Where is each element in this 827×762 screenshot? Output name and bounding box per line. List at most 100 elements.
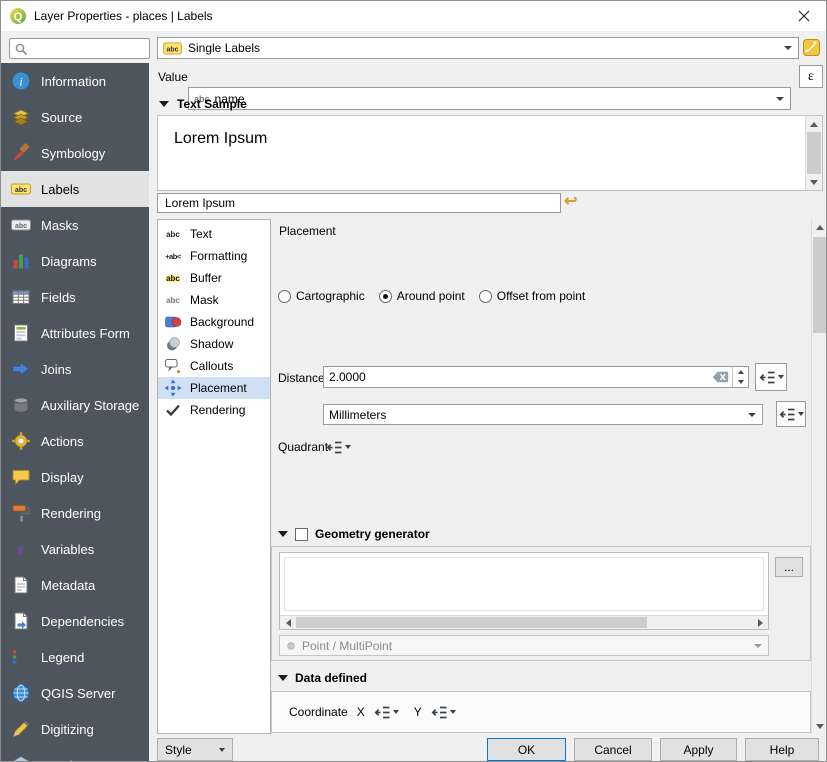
scrollbar-thumb[interactable] [807, 132, 821, 174]
value-label: Value [158, 70, 188, 84]
sidebar-item-qgis-server[interactable]: QGIS Server [1, 675, 149, 711]
spinner-arrows[interactable] [732, 367, 748, 387]
callouts-icon [161, 357, 185, 375]
chevron-down-icon [784, 46, 792, 50]
svg-text:i: i [19, 75, 22, 89]
spin-up-icon[interactable] [733, 367, 748, 377]
svg-text:abc: abc [15, 223, 27, 230]
single-labels-icon: abc [163, 42, 182, 55]
radio-offset-from-point[interactable]: Offset from point [479, 289, 585, 303]
sidebar-item-3d-view[interactable]: 3D View [1, 747, 149, 762]
panel-scrollbar[interactable] [811, 219, 827, 734]
coordinate-y-data-defined-button[interactable] [431, 705, 456, 720]
apply-button[interactable]: Apply [660, 738, 737, 761]
sidebar-item-diagrams[interactable]: Diagrams [1, 243, 149, 279]
radio-cartographic[interactable]: Cartographic [278, 289, 365, 303]
close-button[interactable] [782, 1, 826, 31]
sidebar-item-source[interactable]: Source [1, 99, 149, 135]
qgis-logo-icon: Q [10, 8, 26, 24]
auto-apply-button[interactable] [802, 38, 821, 57]
scrollbar-thumb[interactable] [296, 617, 647, 628]
properties-sidebar: i Information Source Symbology abc Label… [1, 63, 149, 762]
sidebar-item-joins[interactable]: Joins [1, 351, 149, 387]
tab-buffer[interactable]: abc Buffer [158, 267, 270, 289]
chevron-down-icon [776, 97, 784, 101]
tab-mask[interactable]: abc Mask [158, 289, 270, 311]
geometry-generator-checkbox[interactable] [295, 528, 308, 541]
background-icon [161, 313, 185, 331]
sidebar-item-actions[interactable]: Actions [1, 423, 149, 459]
text-sample-header[interactable]: Text Sample [159, 97, 247, 111]
units-data-defined-button[interactable] [776, 401, 806, 427]
sidebar-item-display[interactable]: Display [1, 459, 149, 495]
cancel-button[interactable]: Cancel [574, 738, 652, 761]
fields-icon [10, 286, 32, 308]
expression-builder-button[interactable]: ε [799, 65, 823, 88]
search-input[interactable] [31, 41, 144, 57]
data-defined-override-icon [326, 440, 343, 455]
reset-sample-button[interactable]: ↩ [564, 191, 577, 211]
scroll-down-icon[interactable] [806, 174, 822, 190]
expression-builder-more-button[interactable]: ... [775, 557, 803, 577]
sidebar-item-attributes-form[interactable]: Attributes Form [1, 315, 149, 351]
tab-background[interactable]: Background [158, 311, 270, 333]
sidebar-item-dependencies[interactable]: Dependencies [1, 603, 149, 639]
geometry-generator-header[interactable]: Geometry generator [278, 527, 430, 541]
geometry-expression-area[interactable] [279, 552, 769, 630]
radio-around-point[interactable]: Around point [379, 289, 465, 303]
spin-down-icon[interactable] [733, 377, 748, 387]
sidebar-item-masks[interactable]: abc Masks [1, 207, 149, 243]
ok-button[interactable]: OK [487, 738, 566, 761]
data-defined-override-icon [431, 705, 448, 720]
scrollbar-thumb[interactable] [813, 237, 827, 333]
sidebar-item-labels[interactable]: abc Labels [1, 171, 149, 207]
sidebar-item-symbology[interactable]: Symbology [1, 135, 149, 171]
tab-callouts[interactable]: Callouts [158, 355, 270, 377]
diagrams-icon [10, 250, 32, 272]
collapse-triangle-icon [278, 531, 288, 537]
scroll-up-icon[interactable] [812, 219, 827, 235]
style-menu-button[interactable]: Style [157, 738, 233, 761]
coordinate-label: Coordinate [289, 705, 348, 719]
sidebar-item-digitizing[interactable]: Digitizing [1, 711, 149, 747]
quadrant-data-defined-button[interactable] [326, 436, 351, 458]
coordinate-x-data-defined-button[interactable] [374, 705, 399, 720]
sidebar-item-fields[interactable]: Fields [1, 279, 149, 315]
help-button[interactable]: Help [745, 738, 819, 761]
mask-icon: abc [161, 291, 185, 309]
sample-text-input[interactable] [163, 195, 555, 211]
preview-scrollbar[interactable] [805, 116, 822, 190]
geometry-generator-frame: ... Point / MultiPoint [271, 546, 811, 661]
scroll-up-icon[interactable] [806, 116, 822, 132]
sidebar-item-legend[interactable]: Legend [1, 639, 149, 675]
tab-shadow[interactable]: Shadow [158, 333, 270, 355]
scroll-right-icon[interactable] [752, 616, 768, 629]
distance-spinbox[interactable]: 2.0000 [323, 366, 749, 388]
scroll-left-icon[interactable] [280, 616, 296, 629]
sidebar-item-variables[interactable]: ε Variables [1, 531, 149, 567]
tab-text[interactable]: abc Text [158, 223, 270, 245]
distance-data-defined-button[interactable] [755, 363, 787, 391]
label-settings-tabs: abc Text +ab< Formatting abc Buffer abc … [157, 219, 271, 734]
legend-icon [10, 646, 32, 668]
expression-hscrollbar[interactable] [280, 615, 768, 629]
sidebar-item-information[interactable]: i Information [1, 63, 149, 99]
clear-icon[interactable] [712, 371, 729, 383]
chevron-down-icon [754, 644, 762, 648]
placement-title: Placement [279, 224, 336, 238]
tab-placement[interactable]: Placement [158, 377, 270, 399]
label-mode-value: Single Labels [188, 41, 260, 55]
data-defined-header[interactable]: Data defined [278, 671, 367, 685]
tab-rendering[interactable]: Rendering [158, 399, 270, 421]
geometry-type-combo[interactable]: Point / MultiPoint [279, 635, 769, 656]
scroll-down-icon[interactable] [812, 718, 827, 734]
value-field-combo[interactable]: abc name [188, 87, 791, 110]
placement-panel: Placement Cartographic Around point Offs… [271, 219, 811, 734]
distance-units-combo[interactable]: Millimeters [323, 404, 763, 425]
sidebar-item-metadata[interactable]: Metadata [1, 567, 149, 603]
label-mode-combo[interactable]: abc Single Labels [157, 37, 799, 59]
tab-formatting[interactable]: +ab< Formatting [158, 245, 270, 267]
sidebar-item-rendering[interactable]: Rendering [1, 495, 149, 531]
sidebar-item-auxiliary-storage[interactable]: Auxiliary Storage [1, 387, 149, 423]
auxiliary-storage-icon [10, 394, 32, 416]
